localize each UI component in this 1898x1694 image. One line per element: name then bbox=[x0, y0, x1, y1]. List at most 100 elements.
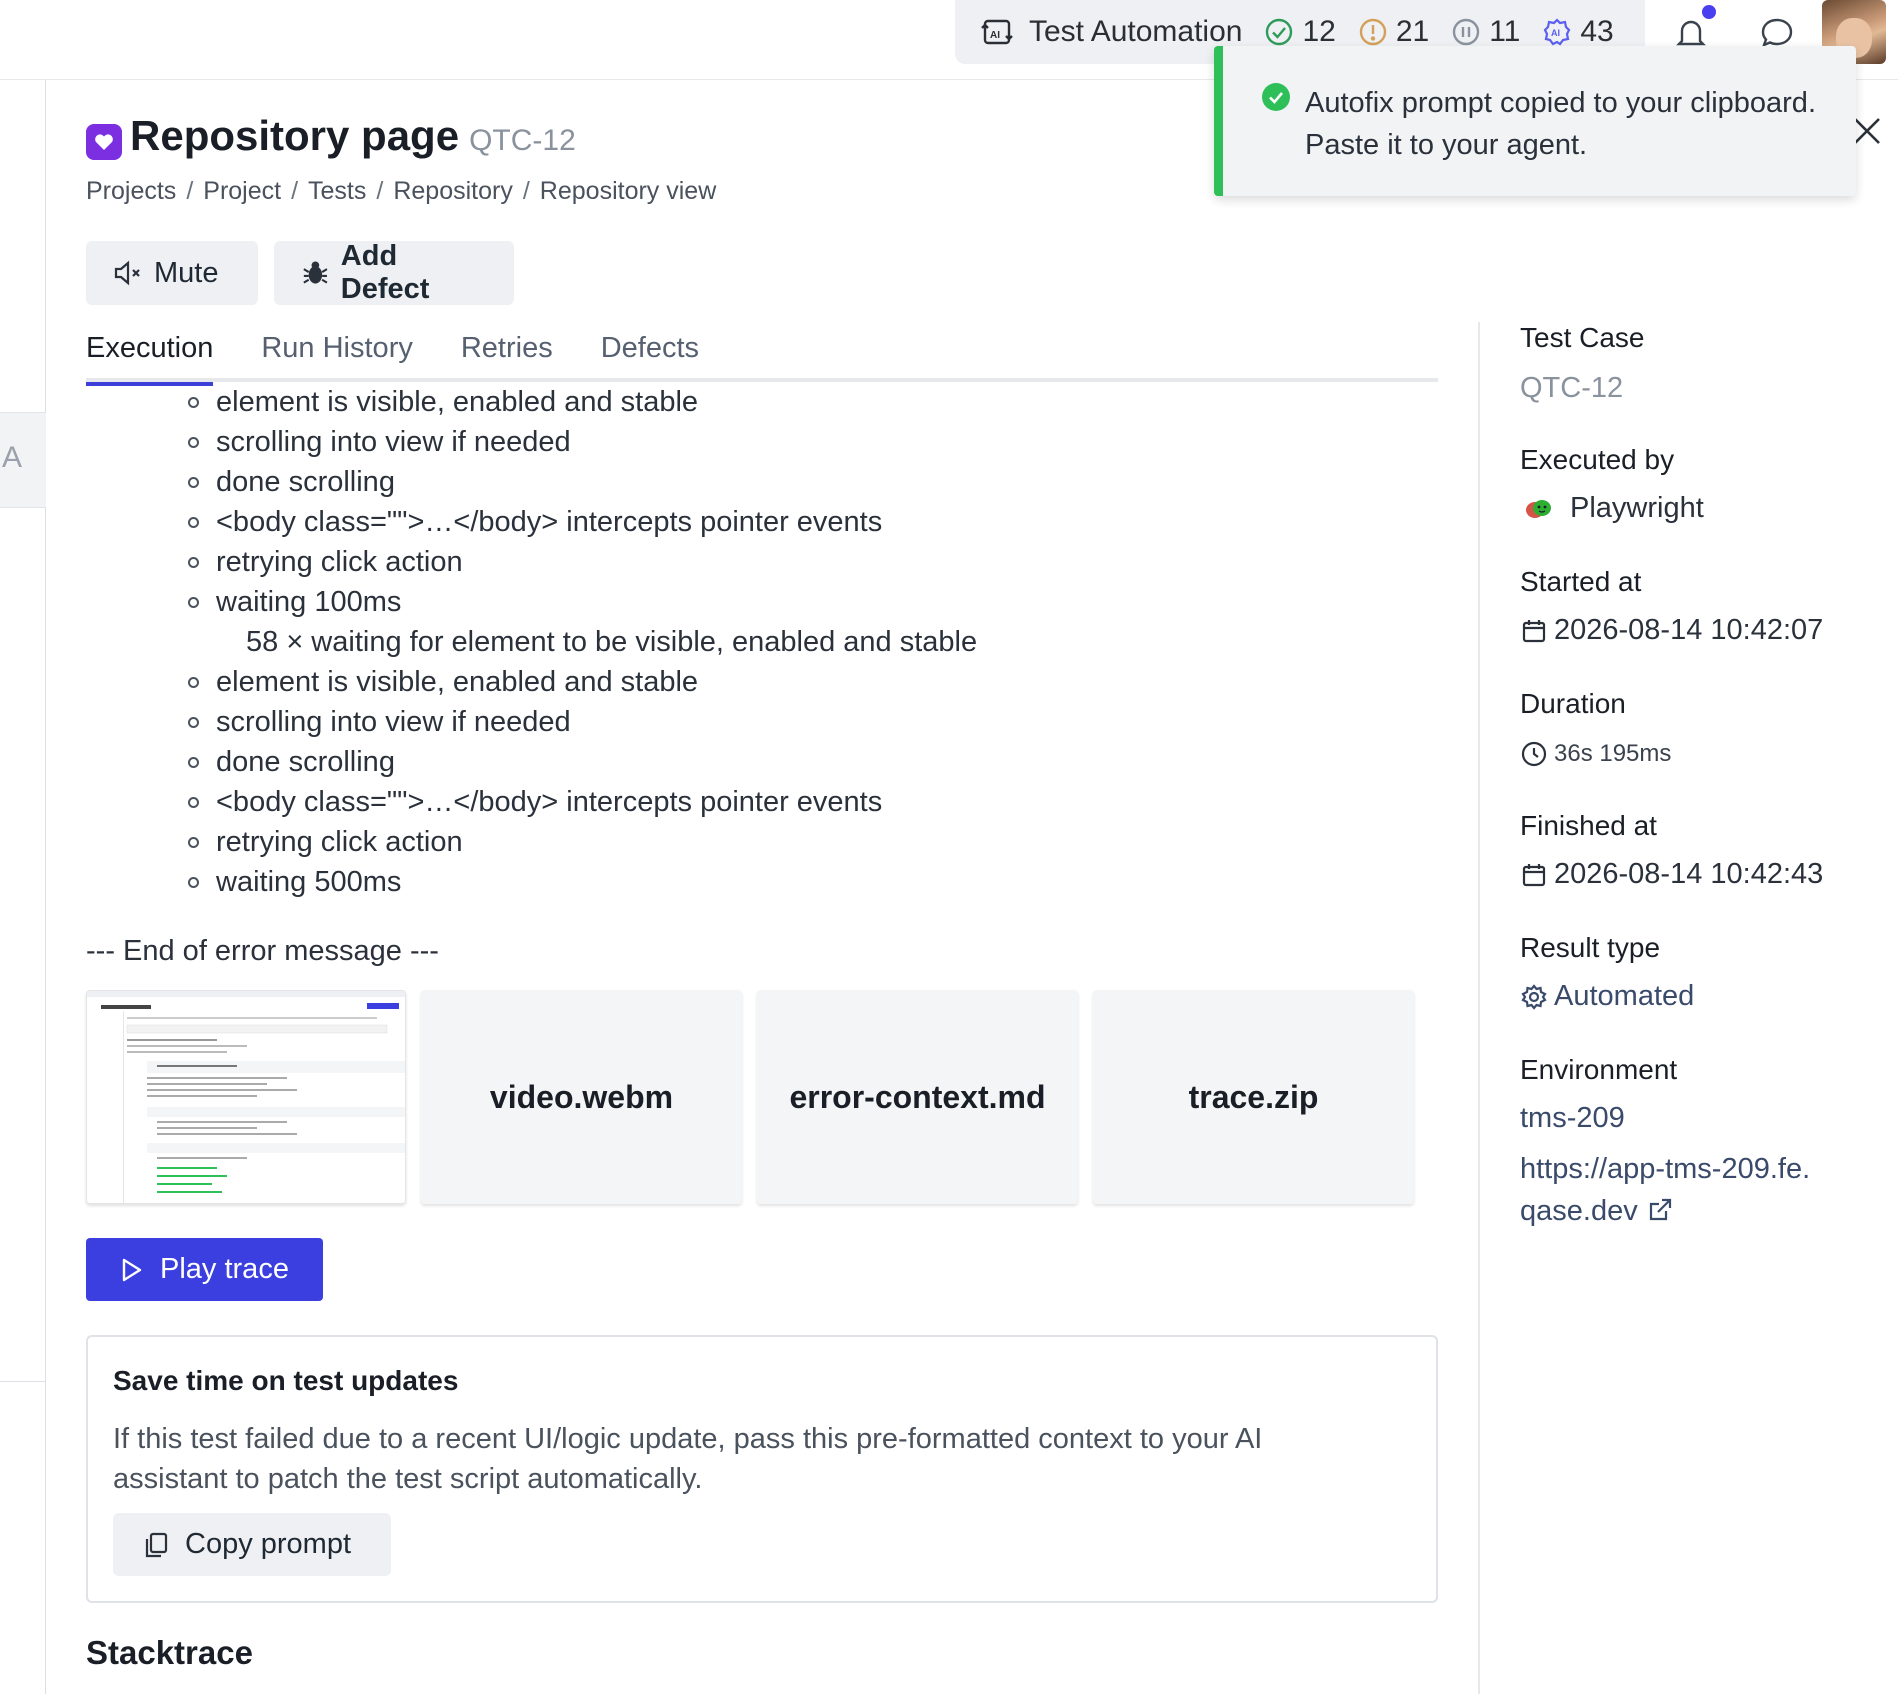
skipped-count: 11 bbox=[1489, 15, 1521, 48]
bullet-icon bbox=[188, 876, 199, 888]
breadcrumb-item[interactable]: Tests bbox=[308, 177, 366, 206]
log-text: done scrolling bbox=[216, 745, 395, 778]
result-tabs: Execution Run History Retries Defects bbox=[86, 330, 1438, 386]
automated-stat[interactable]: AI 43 bbox=[1542, 15, 1614, 49]
breadcrumb-item[interactable]: Repository bbox=[393, 177, 513, 206]
sidebar-divider bbox=[0, 1381, 46, 1382]
autofix-card-description: If this test failed due to a recent UI/l… bbox=[113, 1423, 1263, 1495]
bullet-icon bbox=[188, 676, 199, 688]
breadcrumb-item[interactable]: Projects bbox=[86, 177, 176, 206]
log-text: done scrolling bbox=[216, 465, 395, 498]
log-line: done scrolling bbox=[188, 462, 1428, 502]
started-at-label: Started at bbox=[1520, 566, 1642, 597]
play-icon bbox=[122, 1258, 142, 1281]
check-circle-icon bbox=[1266, 18, 1293, 46]
breadcrumb-item[interactable]: Repository view bbox=[540, 177, 716, 206]
external-link-icon bbox=[1649, 1198, 1671, 1221]
play-trace-button[interactable]: Play trace bbox=[86, 1238, 323, 1301]
failed-count: 21 bbox=[1395, 15, 1430, 48]
bug-icon bbox=[303, 261, 328, 284]
attachment-video[interactable]: video.webm bbox=[421, 990, 742, 1204]
copy-icon bbox=[145, 1532, 168, 1557]
speaker-mute-icon bbox=[114, 260, 140, 286]
calendar-icon bbox=[1522, 619, 1546, 642]
breadcrumb-separator: / bbox=[186, 177, 194, 205]
warning-circle-icon bbox=[1359, 18, 1387, 46]
success-check-icon bbox=[1262, 83, 1290, 111]
autofix-card-title: Save time on test updates bbox=[113, 1365, 459, 1396]
log-line: <body class="">…</body> intercepts point… bbox=[188, 782, 1428, 822]
collapsed-sidebar-label: A bbox=[2, 441, 23, 474]
copy-prompt-button[interactable]: Copy prompt bbox=[113, 1513, 391, 1576]
tab-run-history[interactable]: Run History bbox=[261, 330, 413, 382]
notification-dot bbox=[1702, 5, 1716, 19]
pause-circle-icon bbox=[1453, 18, 1480, 46]
result-type-label: Result type bbox=[1520, 932, 1661, 963]
log-line: retrying click action bbox=[188, 822, 1428, 862]
heart-badge-icon bbox=[86, 124, 122, 160]
gear-icon bbox=[1521, 983, 1547, 1010]
breadcrumb: Projects / Project / Tests / Repository / Re… bbox=[86, 177, 716, 206]
screenshot-attachment[interactable] bbox=[86, 990, 406, 1204]
finished-at-label: Finished at bbox=[1520, 810, 1657, 841]
executed-by-text: Playwright bbox=[1570, 492, 1704, 524]
page-header: Repository page QTC-12 bbox=[86, 112, 576, 160]
toast-message: Autofix prompt copied to your clipboard.… bbox=[1305, 87, 1816, 161]
copy-prompt-label: Copy prompt bbox=[185, 1528, 352, 1560]
log-text: waiting 100ms bbox=[216, 585, 402, 618]
breadcrumb-separator: / bbox=[376, 177, 384, 205]
mute-button[interactable]: Mute bbox=[86, 241, 258, 305]
tab-defects[interactable]: Defects bbox=[601, 330, 699, 382]
log-line: retrying click action bbox=[188, 542, 1428, 582]
log-text: <body class="">…</body> intercepts point… bbox=[216, 785, 883, 818]
tab-retries[interactable]: Retries bbox=[461, 330, 553, 382]
bullet-icon bbox=[188, 436, 199, 448]
breadcrumb-item[interactable]: Project bbox=[203, 177, 281, 206]
ai-automation-icon: AI bbox=[981, 19, 1013, 45]
environment-url-link[interactable]: https://app-tms-209.fe.qase.dev bbox=[1520, 1148, 1820, 1232]
executed-by-label: Executed by bbox=[1520, 444, 1675, 475]
log-text: retrying click action bbox=[216, 825, 463, 858]
autofix-card: Save time on test updates If this test f… bbox=[86, 1335, 1438, 1603]
log-text: element is visible, enabled and stable bbox=[216, 385, 699, 418]
playwright-logo-icon bbox=[1526, 499, 1551, 518]
failed-stat[interactable]: 21 bbox=[1358, 15, 1429, 49]
log-line: element is visible, enabled and stable bbox=[188, 662, 1428, 702]
skipped-stat[interactable]: 11 bbox=[1451, 15, 1520, 49]
bullet-icon bbox=[188, 796, 199, 808]
duration-value: 36s 195ms bbox=[1520, 740, 1671, 768]
automated-count: 43 bbox=[1580, 15, 1614, 48]
end-of-error-message: --- End of error message --- bbox=[86, 935, 439, 967]
environment-label: Environment bbox=[1520, 1054, 1678, 1085]
bullet-icon bbox=[188, 516, 199, 528]
collapsed-sidebar-item[interactable]: A bbox=[0, 412, 46, 508]
bullet-icon bbox=[188, 396, 199, 408]
log-line: scrolling into view if needed bbox=[188, 702, 1428, 742]
bullet-icon bbox=[188, 836, 199, 848]
breadcrumb-separator: / bbox=[522, 177, 530, 205]
log-text: 58 × waiting for element to be visible, … bbox=[246, 625, 978, 658]
finished-at-value: 2026-08-14 10:42:43 bbox=[1520, 858, 1823, 891]
log-line: waiting 500ms bbox=[188, 862, 1428, 902]
log-line-nested: 58 × waiting for element to be visible, … bbox=[188, 622, 1428, 662]
test-case-key: QTC-12 bbox=[469, 124, 576, 157]
bullet-icon bbox=[188, 716, 199, 728]
bullet-icon bbox=[188, 596, 199, 608]
bullet-icon bbox=[188, 556, 199, 568]
add-defect-button[interactable]: Add Defect bbox=[274, 240, 514, 305]
passed-stat[interactable]: 12 bbox=[1264, 15, 1336, 49]
log-text: element is visible, enabled and stable bbox=[216, 665, 699, 698]
app-title: Test Automation bbox=[1029, 15, 1243, 48]
finished-at-text: 2026-08-14 10:42:43 bbox=[1554, 858, 1824, 890]
details-divider bbox=[1478, 322, 1480, 1694]
tab-execution[interactable]: Execution bbox=[86, 330, 214, 386]
bullet-icon bbox=[188, 476, 199, 488]
calendar-icon bbox=[1522, 863, 1546, 886]
duration-text: 36s 195ms bbox=[1554, 740, 1672, 767]
attachment-trace[interactable]: trace.zip bbox=[1093, 990, 1414, 1204]
log-text: retrying click action bbox=[216, 545, 463, 578]
test-case-value[interactable]: QTC-12 bbox=[1520, 372, 1623, 405]
page-title: Repository page bbox=[130, 112, 460, 159]
svg-text:AI: AI bbox=[1551, 28, 1560, 38]
attachment-error-context[interactable]: error-context.md bbox=[757, 990, 1078, 1204]
